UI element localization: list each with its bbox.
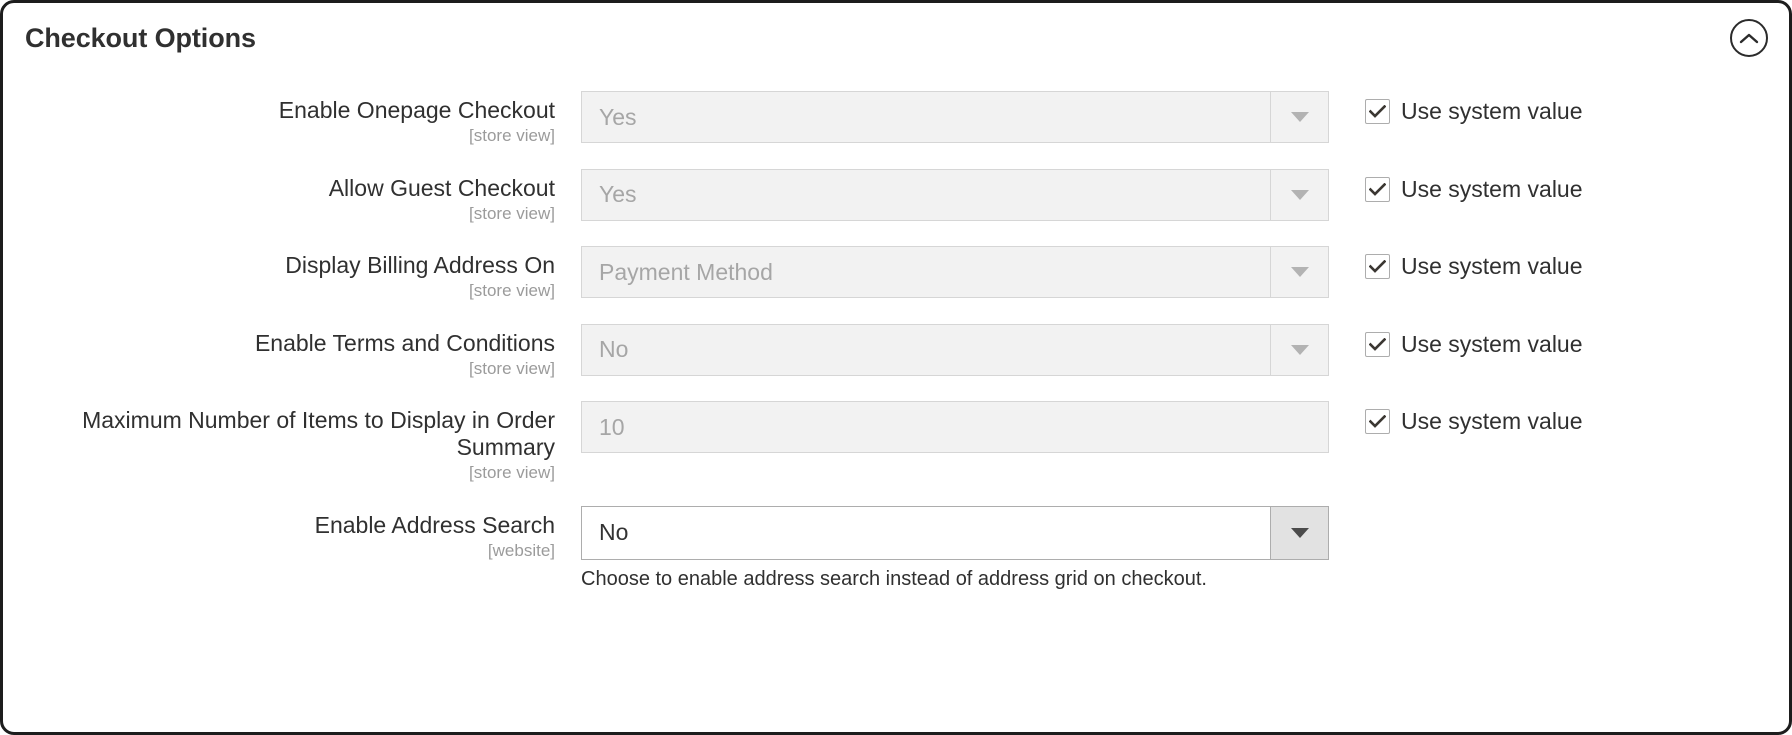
use-system-value-label: Use system value (1401, 253, 1583, 280)
field-scope: [store view] (469, 281, 555, 301)
caret-down-icon (1270, 324, 1328, 375)
field-scope: [store view] (469, 126, 555, 146)
field-scope: [website] (487, 540, 555, 560)
field-label-group: Display Billing Address On [store view] (3, 246, 581, 302)
field-label-group: Enable Terms and Conditions [store view] (3, 324, 581, 380)
field-label: Enable Address Search (314, 511, 555, 538)
checkout-options-form: Enable Onepage Checkout [store view] Yes (3, 73, 1789, 592)
use-system-value-checkbox[interactable] (1365, 176, 1390, 202)
field-row-max-items-order-summary: Maximum Number of Items to Display in Or… (3, 401, 1789, 484)
select-value: Payment Method (599, 258, 773, 285)
use-system-value-group: Use system value (1329, 91, 1583, 124)
field-control: 10 (581, 401, 1329, 454)
field-label-group: Maximum Number of Items to Display in Or… (3, 401, 581, 484)
caret-down-icon (1270, 506, 1328, 559)
caret-down-icon (1270, 247, 1328, 298)
field-label: Enable Terms and Conditions (254, 329, 555, 356)
use-system-value-checkbox[interactable] (1365, 331, 1390, 357)
page-title: Checkout Options (25, 22, 256, 53)
use-system-value-group: Use system value (1329, 246, 1583, 280)
field-label: Display Billing Address On (285, 252, 555, 279)
max-items-order-summary-input[interactable]: 10 (581, 401, 1329, 454)
field-control: No Choose to enable address search inste… (581, 505, 1329, 592)
field-scope: [store view] (469, 463, 555, 483)
field-row-display-billing-address-on: Display Billing Address On [store view] … (3, 246, 1789, 302)
select-value: No (599, 519, 629, 546)
enable-onepage-checkout-select[interactable]: Yes (581, 91, 1329, 143)
field-scope: [store view] (469, 358, 555, 378)
use-system-value-group: Use system value (1329, 169, 1583, 202)
allow-guest-checkout-select[interactable]: Yes (581, 168, 1329, 221)
use-system-value-group: Use system value (1329, 401, 1583, 435)
field-label: Allow Guest Checkout (328, 174, 555, 201)
checkmark-icon (1369, 182, 1386, 196)
select-value: Yes (599, 103, 637, 130)
field-help-text: Choose to enable address search instead … (581, 567, 1207, 590)
field-row-enable-address-search: Enable Address Search [website] No Choos… (3, 505, 1789, 592)
field-control: Payment Method (581, 246, 1329, 299)
field-label-group: Enable Address Search [website] (3, 506, 581, 562)
checkmark-icon (1369, 415, 1386, 428)
checkout-options-panel: Checkout Options Enable Onepage Checkout… (0, 0, 1792, 735)
field-row-allow-guest-checkout: Allow Guest Checkout [store view] Yes Us… (3, 168, 1789, 225)
use-system-value-checkbox[interactable] (1365, 409, 1390, 435)
display-billing-address-on-select[interactable]: Payment Method (581, 246, 1329, 299)
field-label: Maximum Number of Items to Display in Or… (82, 407, 555, 461)
checkmark-icon (1369, 337, 1386, 351)
caret-down-icon (1270, 92, 1328, 142)
enable-terms-and-conditions-select[interactable]: No (581, 323, 1329, 376)
field-label-group: Enable Onepage Checkout [store view] (3, 91, 581, 147)
field-control: Yes (581, 91, 1329, 143)
field-control: No (581, 323, 1329, 376)
checkmark-icon (1369, 260, 1386, 273)
use-system-value-checkbox[interactable] (1365, 254, 1390, 280)
field-row-enable-terms-and-conditions: Enable Terms and Conditions [store view]… (3, 323, 1789, 380)
use-system-value-label: Use system value (1401, 408, 1583, 435)
field-control: Yes (581, 168, 1329, 221)
use-system-value-label: Use system value (1401, 330, 1583, 357)
caret-down-icon (1270, 169, 1328, 220)
enable-address-search-select[interactable]: No (581, 505, 1329, 560)
field-label-group: Allow Guest Checkout [store view] (3, 169, 581, 225)
select-value: Yes (599, 181, 637, 208)
panel-header: Checkout Options (3, 3, 1789, 73)
field-scope: [store view] (469, 203, 555, 223)
field-row-enable-onepage-checkout: Enable Onepage Checkout [store view] Yes (3, 91, 1789, 147)
field-label: Enable Onepage Checkout (278, 97, 555, 123)
use-system-value-label: Use system value (1401, 98, 1583, 124)
select-value: No (599, 336, 629, 363)
collapse-section-button[interactable] (1730, 19, 1768, 57)
input-value: 10 (599, 413, 625, 440)
use-system-value-checkbox[interactable] (1365, 99, 1390, 124)
chevron-up-icon (1739, 32, 1759, 45)
use-system-value-group: Use system value (1329, 324, 1583, 357)
checkmark-icon (1369, 105, 1386, 118)
use-system-value-label: Use system value (1401, 175, 1583, 202)
